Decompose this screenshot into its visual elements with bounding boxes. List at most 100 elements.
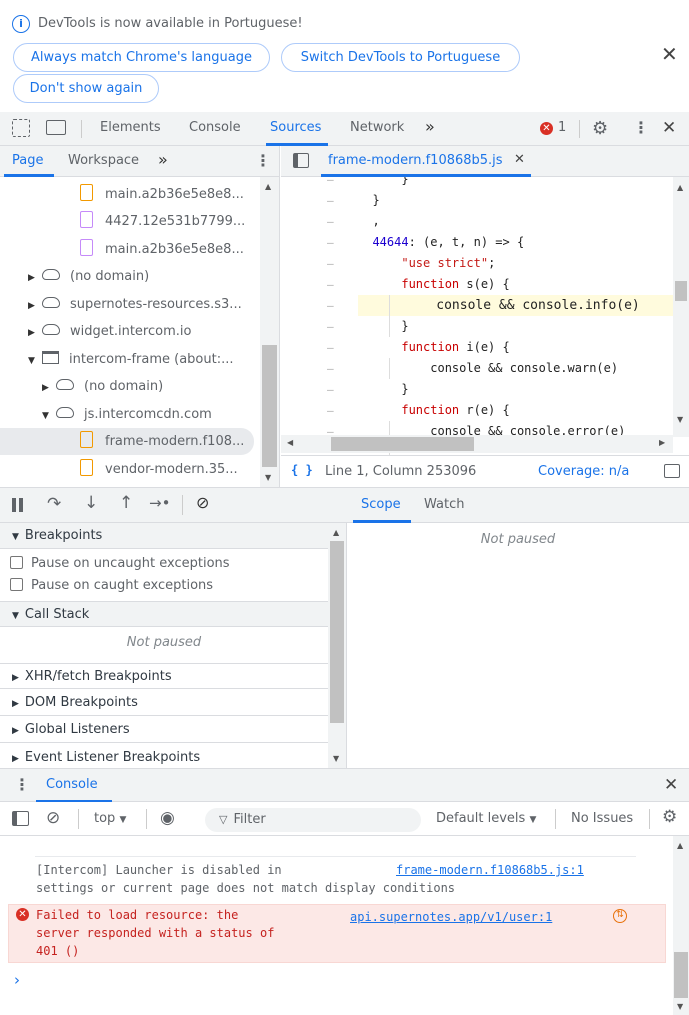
collapse-arrow-icon[interactable]: ▼ <box>42 403 56 430</box>
code-line[interactable]: – } <box>281 190 673 211</box>
scroll-up-icon[interactable]: ▲ <box>333 528 339 537</box>
tree-file[interactable]: main.a2b36e5e8e8... <box>80 181 244 208</box>
close-devtools-icon[interactable]: ✕ <box>662 118 676 138</box>
checkbox[interactable] <box>10 556 23 569</box>
navigator-scrollbar[interactable]: ▲ ▼ <box>260 177 279 487</box>
tab-workspace[interactable]: Workspace <box>68 153 139 168</box>
inspect-element-icon[interactable] <box>12 119 30 137</box>
toggle-debugger-icon[interactable] <box>664 464 680 478</box>
scrollbar-thumb[interactable] <box>330 541 344 723</box>
device-toolbar-icon[interactable] <box>46 120 66 135</box>
expand-arrow-icon[interactable]: ▶ <box>28 320 42 347</box>
scrollbar-thumb[interactable] <box>675 281 687 301</box>
code-line[interactable]: – } <box>281 379 673 400</box>
tree-file-selected[interactable]: frame-modern.f108... <box>0 428 254 455</box>
code-line[interactable]: – } <box>281 316 673 337</box>
dont-show-again-button[interactable]: Don't show again <box>13 74 159 103</box>
error-count-icon[interactable]: ✕ <box>540 122 553 135</box>
line-gutter-marker[interactable]: – <box>327 253 334 274</box>
drawer-tab-console[interactable]: Console <box>46 777 98 792</box>
console-settings-gear-icon[interactable]: ⚙ <box>662 807 677 827</box>
scroll-down-icon[interactable]: ▼ <box>265 473 271 482</box>
switch-to-portuguese-button[interactable]: Switch DevTools to Portuguese <box>281 43 520 72</box>
scroll-right-icon[interactable]: ▶ <box>659 438 665 447</box>
console-prompt[interactable]: › <box>14 971 20 989</box>
dom-breakpoints-header[interactable]: ▶ DOM Breakpoints <box>0 690 330 716</box>
tree-file[interactable]: main.a2b36e5e8e8... <box>80 236 244 263</box>
line-gutter-marker[interactable]: – <box>327 295 334 316</box>
step-icon[interactable]: →• <box>149 494 170 512</box>
step-into-icon[interactable]: ↓ <box>84 493 98 513</box>
close-infobar-icon[interactable]: ✕ <box>661 44 678 64</box>
line-gutter-marker[interactable]: – <box>327 190 334 211</box>
line-gutter-marker[interactable]: – <box>327 379 334 400</box>
tree-domain[interactable]: ▶ (no domain) <box>42 373 163 400</box>
pause-icon[interactable] <box>12 498 16 512</box>
sidebar-scrollbar[interactable]: ▲ ▼ <box>328 523 346 768</box>
console-filter-input[interactable]: ▽ Filter <box>205 808 421 832</box>
collapse-arrow-icon[interactable]: ▼ <box>28 348 42 375</box>
scroll-up-icon[interactable]: ▲ <box>677 183 683 192</box>
expand-arrow-icon[interactable]: ▶ <box>42 375 56 402</box>
code-line[interactable]: – function r(e) { <box>281 400 673 421</box>
tab-elements[interactable]: Elements <box>100 120 161 135</box>
checkbox[interactable] <box>10 578 23 591</box>
live-expression-eye-icon[interactable]: ◉ <box>160 808 175 828</box>
tab-scope[interactable]: Scope <box>361 497 401 512</box>
scrollbar-thumb[interactable] <box>331 437 474 451</box>
scroll-down-icon[interactable]: ▼ <box>677 415 683 424</box>
tree-domain[interactable]: ▶ (no domain) <box>28 263 149 290</box>
error-count[interactable]: 1 <box>558 120 566 135</box>
line-gutter-marker[interactable]: – <box>327 274 334 295</box>
line-gutter-marker[interactable]: – <box>327 337 334 358</box>
always-match-language-button[interactable]: Always match Chrome's language <box>13 43 270 72</box>
navigator-menu-icon[interactable]: ⋮ <box>255 151 271 170</box>
step-over-icon[interactable]: ↷ <box>47 494 61 514</box>
more-tabs-icon[interactable]: » <box>425 117 435 136</box>
scroll-up-icon[interactable]: ▲ <box>677 841 683 850</box>
tree-domain[interactable]: ▶ supernotes-resources.s3... <box>28 291 242 318</box>
error-source-link[interactable]: api.supernotes.app/v1/user:1 <box>350 908 552 926</box>
scroll-left-icon[interactable]: ◀ <box>287 438 293 447</box>
editor-tab-filename[interactable]: frame-modern.f10868b5.js <box>328 153 503 168</box>
context-selector[interactable]: top ▼ <box>94 811 126 826</box>
deactivate-breakpoints-icon[interactable]: ⊘ <box>196 493 209 512</box>
step-out-icon[interactable]: ↑ <box>119 493 133 513</box>
network-request-icon[interactable]: ⇅ <box>613 909 627 923</box>
tree-frame[interactable]: ▼ intercom-frame (about:... <box>28 346 234 373</box>
issues-button[interactable]: No Issues <box>571 811 633 826</box>
more-nav-tabs-icon[interactable]: » <box>158 150 168 169</box>
code-line[interactable]: – 44644: (e, t, n) => { <box>281 232 673 253</box>
line-gutter-marker[interactable]: – <box>327 400 334 421</box>
close-drawer-icon[interactable]: ✕ <box>664 775 678 795</box>
settings-gear-icon[interactable]: ⚙ <box>592 118 608 139</box>
line-gutter-marker[interactable]: – <box>327 316 334 337</box>
scrollbar-thumb[interactable] <box>262 345 277 467</box>
tab-watch[interactable]: Watch <box>424 497 464 512</box>
tab-console[interactable]: Console <box>189 120 241 135</box>
code-line[interactable]: – } <box>281 177 673 190</box>
console-output[interactable]: [Intercom] Launcher is disabled in setti… <box>0 836 689 1015</box>
editor-horizontal-scrollbar[interactable]: ◀ ▶ <box>281 435 673 453</box>
code-line[interactable]: – , <box>281 211 673 232</box>
line-gutter-marker[interactable]: – <box>327 177 334 190</box>
pretty-print-icon[interactable]: { } <box>291 463 313 477</box>
tree-file[interactable]: 4427.12e531b7799... <box>80 208 245 235</box>
editor-vertical-scrollbar[interactable]: ▲ ▼ <box>673 177 689 437</box>
scroll-down-icon[interactable]: ▼ <box>677 1002 683 1011</box>
tree-file[interactable]: vendor-modern.35... <box>80 456 238 483</box>
tree-domain[interactable]: ▶ widget.intercom.io <box>28 318 191 345</box>
tab-network[interactable]: Network <box>350 120 404 135</box>
breakpoints-header[interactable]: ▼ Breakpoints <box>0 523 330 549</box>
code-line[interactable]: – console && console.info(e) <box>281 295 673 316</box>
pause-caught-option[interactable]: Pause on caught exceptions <box>0 572 330 599</box>
clear-console-icon[interactable]: ⊘ <box>46 808 60 828</box>
coverage-status[interactable]: Coverage: n/a <box>538 464 629 479</box>
tab-sources[interactable]: Sources <box>270 120 321 135</box>
code-line[interactable]: – console && console.warn(e) <box>281 358 673 379</box>
message-source-link[interactable]: frame-modern.f10868b5.js:1 <box>396 861 584 879</box>
scroll-up-icon[interactable]: ▲ <box>265 182 271 191</box>
expand-arrow-icon[interactable]: ▶ <box>28 265 42 292</box>
global-listeners-header[interactable]: ▶ Global Listeners <box>0 717 330 743</box>
scroll-down-icon[interactable]: ▼ <box>333 754 339 763</box>
